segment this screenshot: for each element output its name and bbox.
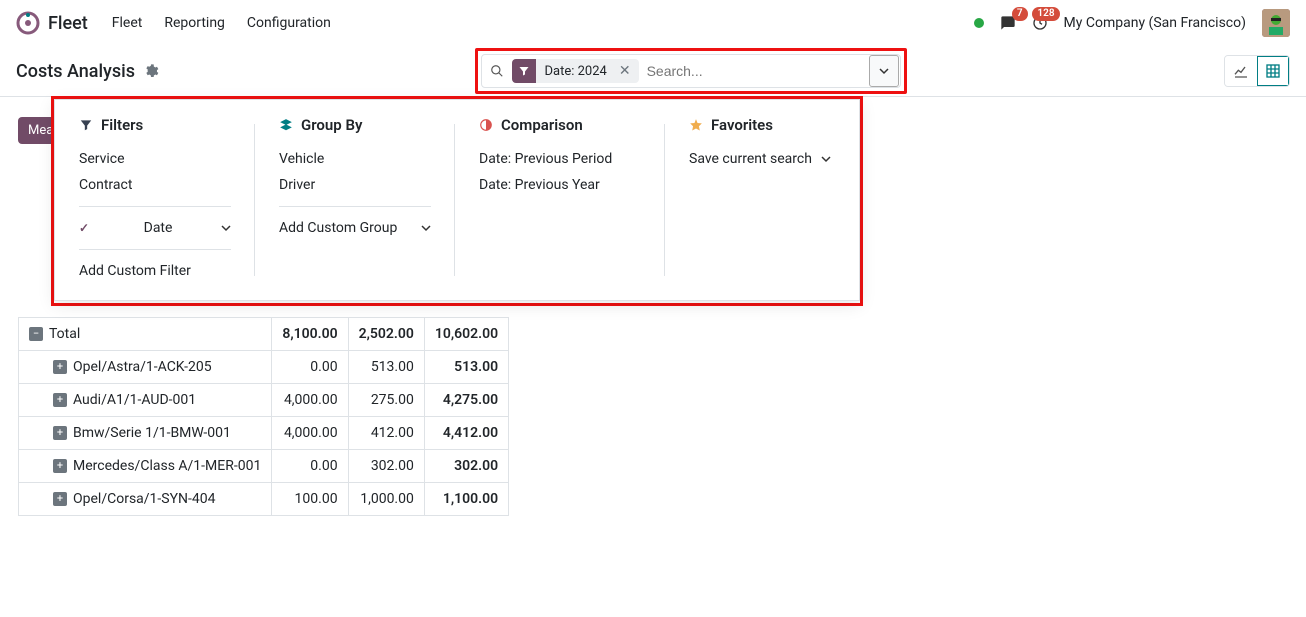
row-label-cell[interactable]: + Mercedes/Class A/1-MER-001 (19, 450, 272, 483)
expand-icon[interactable]: + (53, 393, 67, 407)
value-cell[interactable]: 275.00 (348, 384, 424, 417)
value-cell[interactable]: 4,000.00 (272, 417, 348, 450)
app-logo-icon (16, 11, 40, 35)
app-name[interactable]: Fleet (48, 13, 88, 34)
save-current-search[interactable]: Save current search (689, 146, 831, 172)
nav-fleet[interactable]: Fleet (112, 15, 143, 31)
chart-icon (1233, 63, 1249, 79)
row-label: Opel/Corsa/1-SYN-404 (73, 491, 215, 507)
value-cell[interactable]: 1,100.00 (424, 483, 508, 516)
row-label-cell[interactable]: + Opel/Corsa/1-SYN-404 (19, 483, 272, 516)
messages-badge: 7 (1012, 7, 1028, 21)
row-label: Audi/A1/1-AUD-001 (73, 392, 196, 408)
nav-reporting[interactable]: Reporting (164, 15, 225, 31)
funnel-icon (512, 59, 536, 83)
nav-configuration[interactable]: Configuration (247, 15, 331, 31)
filter-date[interactable]: Date (79, 215, 231, 241)
chevron-down-icon (879, 66, 889, 76)
search-options-toggle[interactable] (869, 55, 899, 87)
page-title: Costs Analysis (16, 61, 135, 82)
filter-service[interactable]: Service (79, 146, 231, 172)
row-label: Mercedes/Class A/1-MER-001 (73, 458, 261, 474)
row-label: Bmw/Serie 1/1-BMW-001 (73, 425, 231, 441)
value-cell[interactable]: 4,412.00 (424, 417, 508, 450)
funnel-icon (79, 118, 93, 132)
expand-icon[interactable]: + (53, 492, 67, 506)
table-row[interactable]: +Mercedes/Class A/1-MER-0010.00302.00302… (19, 450, 509, 483)
value-cell[interactable]: 0.00 (272, 351, 348, 384)
messages-button[interactable]: 7 (1000, 15, 1016, 31)
value-cell[interactable]: 100.00 (272, 483, 348, 516)
comparison-heading: Comparison (479, 116, 641, 134)
expand-icon[interactable]: + (53, 459, 67, 473)
comparison-prev-year[interactable]: Date: Previous Year (479, 172, 641, 198)
topbar: Fleet Fleet Reporting Configuration 7 12… (0, 0, 1306, 46)
value-cell[interactable]: 302.00 (348, 450, 424, 483)
value-cell[interactable]: 4,275.00 (424, 384, 508, 417)
row-label: Opel/Astra/1-ACK-205 (73, 359, 212, 375)
star-icon (689, 118, 703, 132)
table-total-row[interactable]: −Total8,100.002,502.0010,602.00 (19, 318, 509, 351)
collapse-icon[interactable]: − (29, 327, 43, 341)
expand-icon[interactable]: + (53, 426, 67, 440)
avatar-icon (1262, 9, 1290, 37)
value-cell[interactable]: 8,100.00 (272, 318, 348, 351)
row-label: Total (49, 326, 80, 342)
table-row[interactable]: +Opel/Astra/1-ACK-2050.00513.00513.00 (19, 351, 509, 384)
value-cell[interactable]: 10,602.00 (424, 318, 508, 351)
control-bar: Costs Analysis Date: 2024 ✕ (0, 46, 1306, 96)
value-cell[interactable]: 513.00 (424, 351, 508, 384)
search-options-panel: Filters Service Contract Date Add Custom… (54, 99, 860, 301)
groupby-heading: Group By (279, 116, 431, 134)
table-row[interactable]: + Bmw/Serie 1/1-BMW-001 4,000.00412.004,41… (19, 417, 509, 450)
row-label-cell[interactable]: + Bmw/Serie 1/1-BMW-001 (19, 417, 272, 450)
row-label-cell[interactable]: + Audi/A1/1-AUD-001 (19, 384, 272, 417)
company-selector[interactable]: My Company (San Francisco) (1064, 15, 1246, 31)
comparison-prev-period[interactable]: Date: Previous Period (479, 146, 641, 172)
view-switcher (1224, 55, 1290, 87)
view-pivot-button[interactable] (1257, 56, 1289, 86)
table-row[interactable]: + Opel/Corsa/1-SYN-404 100.001,000.001,100… (19, 483, 509, 516)
pivot-icon (1265, 63, 1281, 79)
expand-icon[interactable]: + (53, 360, 67, 374)
avatar[interactable] (1262, 9, 1290, 37)
filter-chip-label: Date: 2024 (536, 64, 614, 79)
search-icon (482, 64, 512, 78)
value-cell[interactable]: 513.00 (348, 351, 424, 384)
half-circle-icon (479, 118, 493, 132)
value-cell[interactable]: 302.00 (424, 450, 508, 483)
pivot-table: −Total8,100.002,502.0010,602.00+Opel/Ast… (18, 317, 509, 516)
status-dot-icon[interactable] (974, 18, 984, 28)
favorites-heading: Favorites (689, 116, 831, 134)
search-input[interactable] (639, 63, 869, 79)
value-cell[interactable]: 412.00 (348, 417, 424, 450)
value-cell[interactable]: 4,000.00 (272, 384, 348, 417)
chevron-down-icon (221, 223, 231, 233)
row-label-cell[interactable]: + Opel/Astra/1-ACK-205 (19, 351, 272, 384)
search-bar[interactable]: Date: 2024 ✕ (481, 54, 901, 88)
gear-icon[interactable] (143, 63, 159, 79)
chevron-down-icon (821, 154, 831, 164)
value-cell[interactable]: 2,502.00 (348, 318, 424, 351)
table-row[interactable]: + Audi/A1/1-AUD-001 4,000.00275.004,275.00 (19, 384, 509, 417)
add-custom-group[interactable]: Add Custom Group (279, 215, 431, 241)
filter-contract[interactable]: Contract (79, 172, 231, 198)
filter-chip-date[interactable]: Date: 2024 ✕ (512, 59, 638, 83)
activities-badge: 128 (1032, 7, 1059, 21)
filter-chip-remove[interactable]: ✕ (615, 63, 635, 79)
value-cell[interactable]: 0.00 (272, 450, 348, 483)
filters-heading: Filters (79, 116, 231, 134)
layers-icon (279, 118, 293, 132)
add-custom-filter[interactable]: Add Custom Filter (79, 258, 231, 284)
groupby-driver[interactable]: Driver (279, 172, 431, 198)
groupby-vehicle[interactable]: Vehicle (279, 146, 431, 172)
activities-button[interactable]: 128 (1032, 15, 1048, 31)
row-label-cell[interactable]: −Total (19, 318, 272, 351)
chevron-down-icon (421, 223, 431, 233)
view-graph-button[interactable] (1225, 56, 1257, 86)
value-cell[interactable]: 1,000.00 (348, 483, 424, 516)
